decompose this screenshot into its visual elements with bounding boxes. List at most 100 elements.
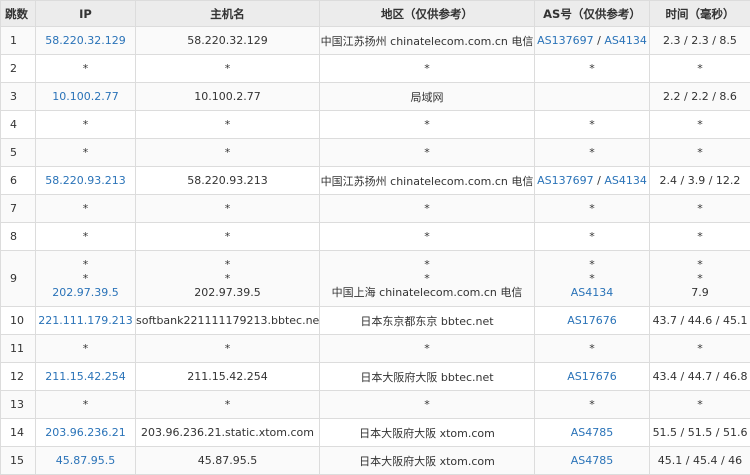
time-cell: * [650,55,750,83]
region-value: * [424,398,430,411]
ip-value[interactable]: 221.111.179.213 [38,314,132,327]
asn-link[interactable]: AS4134 [571,286,614,299]
asn-cell: * [535,139,650,167]
asn-link[interactable]: AS17676 [567,314,617,327]
hop-number: 8 [10,230,17,243]
asn-link[interactable]: AS4785 [571,454,614,467]
header-asn: AS号（仅供参考） [535,1,650,27]
ip-cell: 203.96.236.21 [36,419,136,447]
region-cell: * [320,139,535,167]
asn-link[interactable]: AS17676 [567,370,617,383]
hop-cell: 3 [1,83,36,111]
hostname-value: * [225,272,231,285]
region-cell: 日本大阪府大阪 xtom.com [320,447,535,475]
time-cell: 2.4 / 3.9 / 12.2 [650,167,750,195]
ip-value: * [83,258,89,271]
hop-cell: 1 [1,27,36,55]
cell-line: * [320,272,534,286]
time-value: 51.5 / 51.5 / 51.6 [653,426,748,439]
time-value: 7.9 [691,286,709,299]
hop-cell: 7 [1,195,36,223]
region-value: * [424,342,430,355]
hop-number: 3 [10,90,17,103]
hop-cell: 13 [1,391,36,419]
cell-line: 7.9 [650,286,750,300]
header-time: 时间（毫秒） [650,1,750,27]
ip-value[interactable]: 211.15.42.254 [45,370,125,383]
ip-value[interactable]: 45.87.95.5 [56,454,115,467]
time-value: * [697,398,703,411]
asn-cell: AS4785 [535,419,650,447]
time-cell: * [650,111,750,139]
cell-line: * [36,272,135,286]
asn-link[interactable]: AS4134 [604,34,647,47]
region-value: 局域网 [411,91,444,104]
hostname-cell: * [136,139,320,167]
asn-cell: **AS4134 [535,251,650,307]
ip-cell: 10.100.2.77 [36,83,136,111]
cell-line: * [136,272,319,286]
region-value: 中国上海 chinatelecom.com.cn 电信 [332,286,523,299]
hostname-value: * [225,398,231,411]
asn-link[interactable]: AS137697 [537,174,594,187]
asn-value: * [589,62,595,75]
ip-cell: * [36,55,136,83]
hostname-value: * [225,342,231,355]
hostname-cell: 58.220.93.213 [136,167,320,195]
table-row: 7***** [1,195,750,223]
asn-cell: * [535,391,650,419]
region-cell: 局域网 [320,83,535,111]
time-cell: 43.7 / 44.6 / 45.1 [650,307,750,335]
cell-line: 202.97.39.5 [136,286,319,300]
time-value: * [697,62,703,75]
asn-cell: * [535,55,650,83]
hostname-cell: * [136,55,320,83]
ip-value[interactable]: 58.220.93.213 [45,174,125,187]
table-row: 10221.111.179.213softbank221111179213.bb… [1,307,750,335]
hostname-cell: * [136,111,320,139]
ip-value[interactable]: 202.97.39.5 [52,286,118,299]
cell-line: * [650,272,750,286]
ip-value[interactable]: 203.96.236.21 [45,426,125,439]
ip-value: * [83,342,89,355]
hop-cell: 8 [1,223,36,251]
time-cell: **7.9 [650,251,750,307]
time-cell: * [650,223,750,251]
ip-cell: **202.97.39.5 [36,251,136,307]
asn-link[interactable]: AS137697 [537,34,594,47]
ip-value[interactable]: 10.100.2.77 [52,90,118,103]
hostname-cell: 203.96.236.21.static.xtom.com [136,419,320,447]
ip-value[interactable]: 58.220.32.129 [45,34,125,47]
hop-number: 11 [10,342,24,355]
ip-value: * [83,146,89,159]
time-cell: 45.1 / 45.4 / 46 [650,447,750,475]
asn-cell: * [535,111,650,139]
hostname-value: 202.97.39.5 [194,286,260,299]
table-row: 8***** [1,223,750,251]
hostname-value: * [225,62,231,75]
asn-cell: * [535,335,650,363]
region-value: * [424,146,430,159]
table-row: 2***** [1,55,750,83]
hostname-cell: 58.220.32.129 [136,27,320,55]
region-value: 日本东京都东京 bbtec.net [360,315,493,328]
region-cell: * [320,223,535,251]
time-value: * [697,342,703,355]
region-cell: * [320,111,535,139]
traceroute-table: 跳数 IP 主机名 地区（仅供参考） AS号（仅供参考） 时间（毫秒） 158.… [0,0,750,475]
table-row: 658.220.93.21358.220.93.213中国江苏扬州 chinat… [1,167,750,195]
hop-number: 10 [10,314,24,327]
asn-cell [535,83,650,111]
asn-link[interactable]: AS4785 [571,426,614,439]
hop-cell: 12 [1,363,36,391]
time-value: 43.4 / 44.7 / 46.8 [653,370,748,383]
asn-link[interactable]: AS4134 [604,174,647,187]
ip-cell: * [36,335,136,363]
time-cell: * [650,335,750,363]
region-value: * [424,230,430,243]
asn-cell: * [535,195,650,223]
hostname-value: * [225,230,231,243]
region-cell: 日本大阪府大阪 bbtec.net [320,363,535,391]
time-cell: 43.4 / 44.7 / 46.8 [650,363,750,391]
hop-cell: 10 [1,307,36,335]
